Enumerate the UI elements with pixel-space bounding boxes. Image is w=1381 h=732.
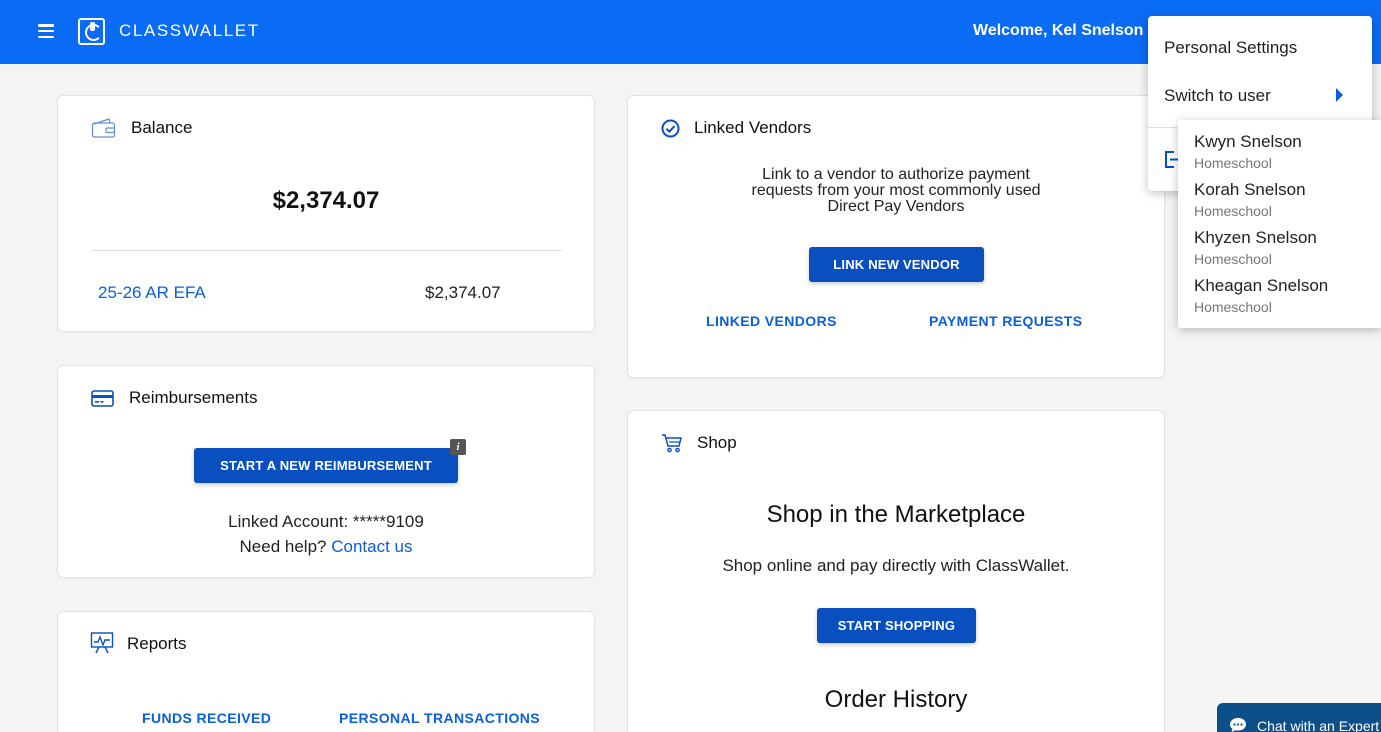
user-name: Khyzen Snelson <box>1194 228 1317 247</box>
reimbursements-card: Reimbursements START A NEW REIMBURSEMENT… <box>57 365 595 578</box>
personal-settings-menu-item[interactable]: Personal Settings <box>1164 38 1297 58</box>
start-shopping-button[interactable]: START SHOPPING <box>817 608 976 643</box>
description-line-3: Direct Pay Vendors <box>827 198 965 215</box>
shop-title: Shop <box>697 433 737 452</box>
fund-name-link[interactable]: 25-26 AR EFA <box>98 283 206 303</box>
reports-chart-icon <box>90 632 114 654</box>
reimbursements-title: Reimbursements <box>129 388 258 407</box>
caret-right-icon <box>1336 88 1343 102</box>
check-circle-icon <box>661 119 680 138</box>
welcome-user-menu[interactable]: Welcome, Kel Snelson <box>973 22 1143 40</box>
payment-requests-link[interactable]: PAYMENT REQUESTS <box>929 313 1082 329</box>
switch-user-submenu: Kwyn Snelson Homeschool Korah Snelson Ho… <box>1178 120 1381 328</box>
marketplace-subtitle: Shop online and pay directly with ClassW… <box>722 556 1070 575</box>
chat-with-expert-button[interactable]: Chat with an Expert <box>1217 703 1381 732</box>
description-line-2: requests from your most commonly used <box>751 182 1041 199</box>
switch-to-user-menu-item[interactable]: Switch to user <box>1164 86 1271 106</box>
classwallet-logo-icon[interactable] <box>78 18 105 45</box>
user-name: Kwyn Snelson <box>1194 132 1302 151</box>
linked-vendors-description: Link to a vendor to authorize payment re… <box>628 167 1164 215</box>
user-name: Korah Snelson <box>1194 180 1306 199</box>
divider <box>92 250 561 251</box>
balance-amount: $2,374.07 <box>272 187 380 214</box>
linked-vendors-card: Linked Vendors Link to a vendor to autho… <box>627 95 1165 378</box>
personal-transactions-link[interactable]: PERSONAL TRANSACTIONS <box>339 710 540 726</box>
logo-text[interactable]: CLASSWALLET <box>119 21 260 41</box>
hamburger-menu-icon[interactable] <box>38 24 54 38</box>
funds-received-link[interactable]: FUNDS RECEIVED <box>142 710 271 726</box>
shop-card: Shop Shop in the Marketplace Shop online… <box>627 410 1165 732</box>
switch-user-item[interactable]: Kwyn Snelson Homeschool <box>1178 120 1381 171</box>
shopping-cart-icon <box>662 434 682 453</box>
wallet-icon <box>91 118 116 138</box>
user-name: Kheagan Snelson <box>1194 276 1329 295</box>
linked-vendors-title: Linked Vendors <box>694 118 812 137</box>
user-role: Homeschool <box>1194 299 1272 315</box>
order-history-heading: Order History <box>824 686 968 713</box>
description-line-1: Link to a vendor to authorize payment <box>762 166 1030 183</box>
credit-card-icon <box>91 390 114 407</box>
help-line: Need help? Contact us <box>58 537 594 557</box>
linked-account-text: Linked Account: *****9109 <box>228 512 424 531</box>
info-badge-icon[interactable]: i <box>450 439 466 455</box>
marketplace-heading: Shop in the Marketplace <box>766 501 1026 528</box>
switch-user-item[interactable]: Kheagan Snelson Homeschool <box>1178 264 1381 315</box>
reports-card: Reports FUNDS RECEIVED PERSONAL TRANSACT… <box>57 611 595 732</box>
start-new-reimbursement-button[interactable]: START A NEW REIMBURSEMENT <box>194 448 458 483</box>
reports-title: Reports <box>127 634 187 653</box>
chat-label: Chat with an Expert <box>1257 718 1380 732</box>
chat-bubble-icon <box>1230 718 1246 732</box>
switch-user-item[interactable]: Khyzen Snelson Homeschool <box>1178 216 1381 267</box>
need-help-text: Need help? <box>239 537 327 556</box>
fund-amount: $2,374.07 <box>425 283 501 302</box>
balance-title: Balance <box>131 118 193 137</box>
balance-card: Balance $2,374.07 25-26 AR EFA $2,374.07 <box>57 95 595 332</box>
contact-us-link[interactable]: Contact us <box>331 537 412 556</box>
link-new-vendor-button[interactable]: LINK NEW VENDOR <box>809 247 984 282</box>
linked-vendors-link[interactable]: LINKED VENDORS <box>706 313 837 329</box>
switch-user-item[interactable]: Korah Snelson Homeschool <box>1178 168 1381 219</box>
